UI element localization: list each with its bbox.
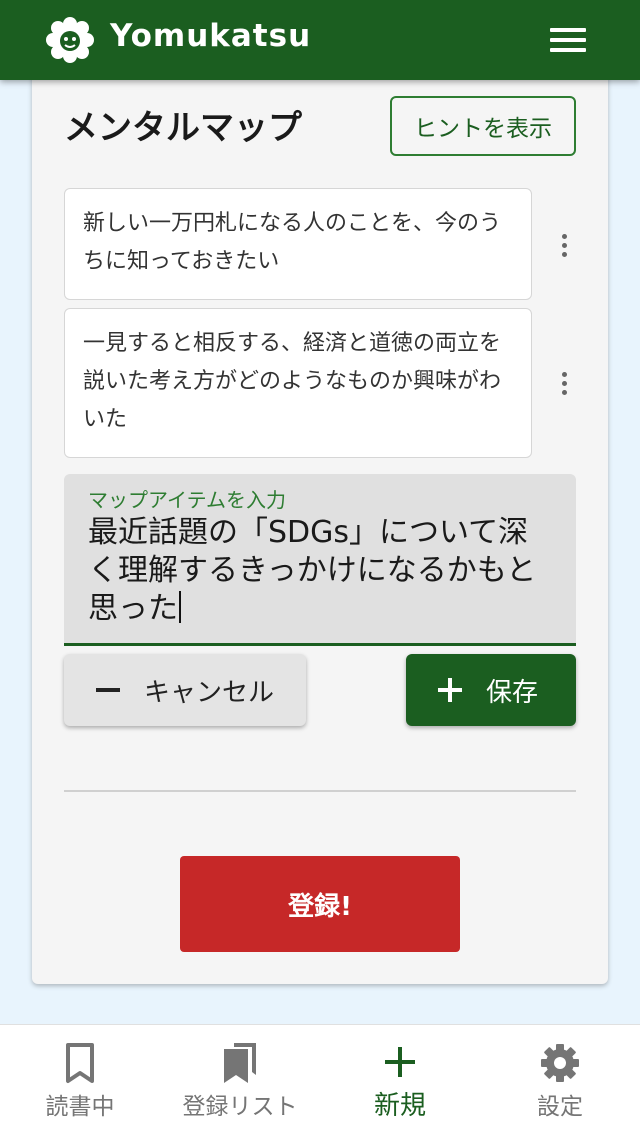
plus-icon	[385, 1047, 415, 1077]
bookmark-icon	[66, 1043, 94, 1083]
input-value[interactable]: 最近話題の「SDGs」について深く理解するきっかけになるかもと思った	[88, 514, 556, 628]
more-vert-icon[interactable]	[552, 226, 576, 266]
save-button-label: 保存	[486, 678, 539, 708]
show-hint-button[interactable]: ヒントを表示	[390, 96, 576, 156]
nav-item-reading[interactable]: 読書中	[0, 1025, 160, 1138]
plus-icon	[438, 678, 462, 702]
nav-label: 登録リスト	[182, 1094, 298, 1120]
text-caret	[179, 591, 181, 623]
map-item-text: 一見すると相反する、経済と道徳の両立を説いた考え方がどのようなものか興味がわいた	[83, 331, 502, 432]
section-title: メンタルマップ	[64, 108, 302, 148]
app-bar: Yomukatsu	[0, 0, 640, 80]
save-button[interactable]: 保存	[406, 654, 576, 726]
mental-map-card: メンタルマップ ヒントを表示 新しい一万円札になる人のことを、今のうちに知ってお…	[32, 60, 608, 984]
nav-item-registered-list[interactable]: 登録リスト	[160, 1025, 320, 1138]
cancel-button-label: キャンセル	[144, 678, 275, 708]
bookmarks-icon	[224, 1043, 256, 1083]
nav-label: 設定	[537, 1094, 583, 1120]
app-title: Yomukatsu	[110, 18, 312, 54]
sheep-logo-icon	[46, 17, 94, 63]
register-button[interactable]: 登録!	[180, 856, 460, 952]
divider	[64, 790, 576, 792]
hamburger-menu-icon[interactable]	[540, 20, 596, 60]
map-item-text: 新しい一万円札になる人のことを、今のうちに知っておきたい	[83, 211, 502, 274]
nav-item-new[interactable]: 新規	[320, 1025, 480, 1138]
bottom-navigation: 読書中 登録リスト 新規 設定	[0, 1024, 640, 1138]
nav-label: 新規	[373, 1091, 426, 1121]
map-item: 新しい一万円札になる人のことを、今のうちに知っておきたい	[64, 188, 532, 300]
input-label: マップアイテムを入力	[88, 488, 286, 512]
nav-item-settings[interactable]: 設定	[480, 1025, 640, 1138]
map-item-input[interactable]: マップアイテムを入力 最近話題の「SDGs」について深く理解するきっかけになるか…	[64, 474, 576, 646]
nav-label: 読書中	[45, 1094, 115, 1120]
minus-icon	[96, 688, 120, 692]
gear-icon	[541, 1044, 579, 1082]
more-vert-icon[interactable]	[552, 364, 576, 404]
map-item: 一見すると相反する、経済と道徳の両立を説いた考え方がどのようなものか興味がわいた	[64, 308, 532, 458]
cancel-button[interactable]: キャンセル	[64, 654, 306, 726]
